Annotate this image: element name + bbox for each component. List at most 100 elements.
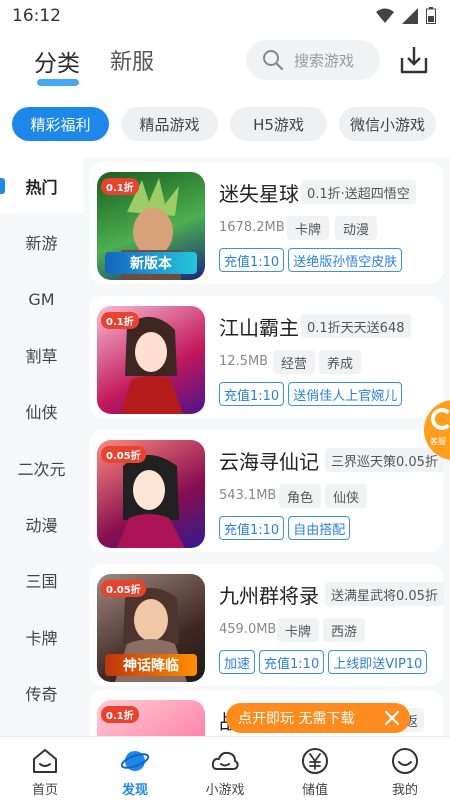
sidebar-item-hot[interactable]: 热门 xyxy=(0,158,83,214)
game-perks: 充值1:10 自由搭配 xyxy=(219,516,351,540)
game-thumbnail: 0.05折 xyxy=(97,440,205,548)
game-size: 1678.2MB xyxy=(219,220,285,235)
sidebar-item-legend[interactable]: 传奇 xyxy=(0,665,83,721)
smile-icon xyxy=(392,748,418,774)
game-card[interactable]: 0.05折 云海寻仙记 三界巡天策0.05折 543.1MB 角色 仙侠 充值1… xyxy=(89,430,444,552)
game-card[interactable]: 0.1折 新版本 迷失星球 0.1折·送超四悟空 1678.2MB 卡牌 动漫 … xyxy=(89,162,443,284)
perk-box: 充值1:10 xyxy=(259,650,325,674)
sidebar-item-card[interactable]: 卡牌 xyxy=(0,609,83,665)
game-tag: 经营 xyxy=(273,350,316,374)
perk-box: 送俏佳人上官婉儿 xyxy=(288,382,403,406)
chip-quality-games[interactable]: 精品游戏 xyxy=(121,107,218,141)
game-name: 江山霸主 xyxy=(219,316,299,340)
game-tag: 卡牌 xyxy=(277,618,320,642)
sidebar-item-label: 二次元 xyxy=(17,460,66,479)
game-tag: 角色 xyxy=(279,484,322,508)
sidebar-item-label: 卡牌 xyxy=(25,629,58,648)
perk-box: 充值1:10 xyxy=(219,382,285,406)
perk-box: 自由搭配 xyxy=(288,516,351,540)
planet-icon xyxy=(121,751,149,771)
game-thumbnail: 0.1折 新版本 xyxy=(97,172,205,280)
game-promo: 送满星武将0.05折 xyxy=(325,582,444,606)
game-card[interactable]: 0.1折 江山霸主 0.1折天天送648 12.5MB 经营 养成 充值1:10… xyxy=(89,296,443,418)
nav-recharge[interactable]: 储值 xyxy=(270,737,360,800)
customer-service-label: 客服 xyxy=(430,437,446,446)
game-name: 九州群将录 xyxy=(219,584,319,608)
game-thumbnail: 0.1折 xyxy=(97,700,205,736)
game-tag: 卡牌 xyxy=(287,216,330,240)
sidebar-item-label: GM xyxy=(28,289,55,309)
nav-label: 发现 xyxy=(121,783,148,798)
discount-badge: 0.05折 xyxy=(101,580,146,597)
close-icon[interactable] xyxy=(382,708,402,728)
nav-label: 小游戏 xyxy=(205,783,245,798)
chip-wechat-games[interactable]: 微信小游戏 xyxy=(339,107,436,141)
sidebar-item-gm[interactable]: GM xyxy=(0,271,83,327)
sidebar-active-marker xyxy=(0,178,5,194)
game-list: 0.1折 新版本 迷失星球 0.1折·送超四悟空 1678.2MB 卡牌 动漫 … xyxy=(83,158,450,736)
perk-box: 充值1:10 xyxy=(219,248,285,272)
sidebar-item-acg[interactable]: 二次元 xyxy=(0,440,83,496)
status-icons xyxy=(376,7,436,24)
game-banner: 神话降临 xyxy=(105,654,197,676)
chip-h5-games[interactable]: H5游戏 xyxy=(230,107,327,141)
sidebar-item-new[interactable]: 新游 xyxy=(0,214,83,270)
sidebar-item-label: 仙侠 xyxy=(25,403,58,422)
nav-label: 我的 xyxy=(391,783,418,798)
nav-profile[interactable]: 我的 xyxy=(360,737,450,800)
battery-icon xyxy=(426,7,436,24)
nav-discover[interactable]: 发现 xyxy=(90,737,180,800)
game-tag: 西游 xyxy=(323,618,366,642)
game-perks: 充值1:10 送绝版孙悟空皮肤 xyxy=(219,248,403,272)
game-promo: 0.1折天天送648 xyxy=(301,314,411,338)
game-banner: 新版本 xyxy=(105,252,197,274)
bottom-nav: 首页 发现 小游戏 储值 我的 xyxy=(0,736,450,800)
game-size: 543.1MB xyxy=(219,488,277,503)
chip-welfare[interactable]: 精彩福利 xyxy=(12,107,109,141)
game-tag: 动漫 xyxy=(335,216,378,240)
search-icon xyxy=(263,50,284,71)
sidebar-item-anime[interactable]: 动漫 xyxy=(0,496,83,552)
search-input[interactable]: 搜索游戏 xyxy=(246,40,380,80)
sidebar-item-mowing[interactable]: 割草 xyxy=(0,327,83,383)
status-bar: 16:12 xyxy=(0,0,450,32)
play-instantly-toast[interactable]: 点开即玩 无需下载 xyxy=(226,703,410,733)
nav-home[interactable]: 首页 xyxy=(0,737,90,800)
sidebar-item-three-kingdoms[interactable]: 三国 xyxy=(0,552,83,608)
sidebar-item-label: 传奇 xyxy=(25,685,58,704)
nav-label: 首页 xyxy=(31,783,58,798)
status-time: 16:12 xyxy=(12,6,61,26)
home-icon xyxy=(33,749,57,773)
game-thumbnail: 0.1折 xyxy=(97,306,205,414)
perk-box: 送绝版孙悟空皮肤 xyxy=(288,248,403,272)
tab-category[interactable]: 分类 xyxy=(34,44,80,78)
sidebar-item-xianxia[interactable]: 仙侠 xyxy=(0,383,83,439)
sidebar: 热门 新游 GM 割草 仙侠 二次元 动漫 三国 卡牌 传奇 xyxy=(0,158,83,736)
wifi-icon xyxy=(376,8,394,23)
nav-mini-games[interactable]: 小游戏 xyxy=(180,737,270,800)
game-name: 迷失星球 xyxy=(219,182,299,206)
tab-underline xyxy=(37,79,79,86)
game-tag: 仙侠 xyxy=(325,484,368,508)
signal-icon xyxy=(402,7,418,24)
header: 分类 新服 搜索游戏 xyxy=(0,32,450,90)
toast-text: 点开即玩 无需下载 xyxy=(238,711,355,727)
sidebar-item-label: 热门 xyxy=(25,178,58,197)
game-promo: 0.1折·送超四悟空 xyxy=(301,180,416,204)
game-tag: 养成 xyxy=(319,350,362,374)
game-size: 459.0MB xyxy=(219,622,277,637)
tab-new-server[interactable]: 新服 xyxy=(110,44,154,76)
perk-box: 充值1:10 xyxy=(219,516,285,540)
game-promo: 三界巡天策0.05折 xyxy=(325,448,444,472)
game-perks: 充值1:10 送俏佳人上官婉儿 xyxy=(219,382,403,406)
game-card[interactable]: 0.05折 神话降临 九州群将录 送满星武将0.05折 459.0MB 卡牌 西… xyxy=(89,564,444,686)
perk-box: 上线即送VIP10 xyxy=(328,650,428,674)
download-icon[interactable] xyxy=(398,44,430,76)
game-thumbnail: 0.05折 神话降临 xyxy=(97,574,205,682)
discount-badge: 0.1折 xyxy=(101,178,139,195)
discount-badge: 0.05折 xyxy=(101,446,146,463)
sidebar-item-label: 割草 xyxy=(25,347,58,366)
sidebar-item-label: 新游 xyxy=(25,234,58,253)
discount-badge: 0.1折 xyxy=(101,312,139,329)
game-name: 云海寻仙记 xyxy=(219,450,319,474)
